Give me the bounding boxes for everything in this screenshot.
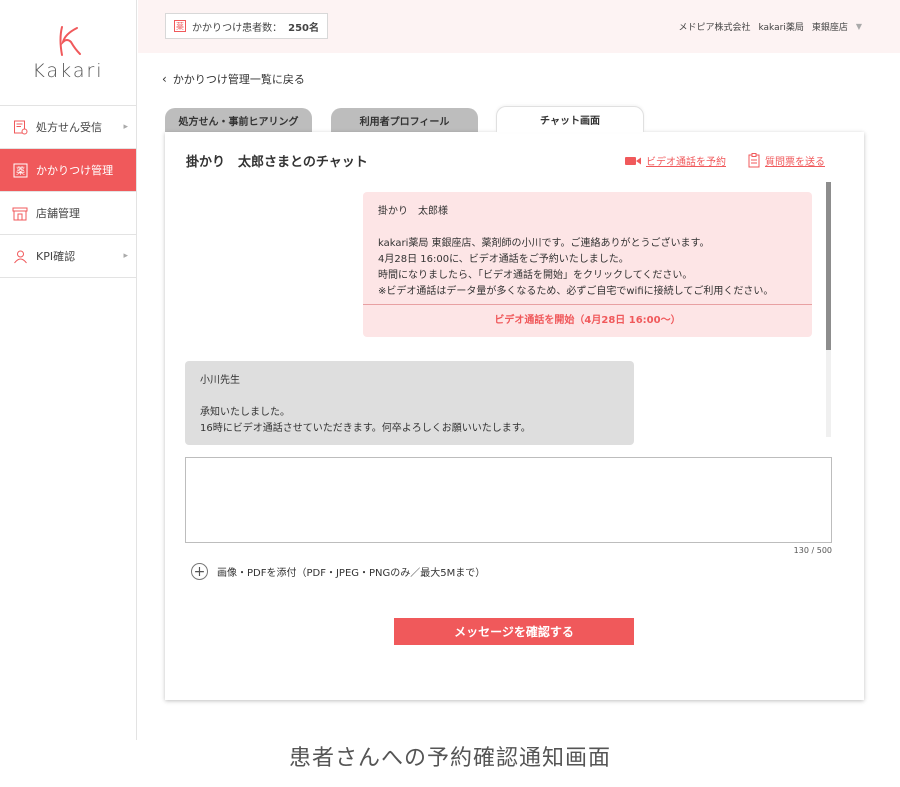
pharmacy-kanji-icon: 薬: [174, 20, 186, 32]
message-line: 時間になりましたら、「ビデオ通話を開始」をクリックしてください。: [378, 270, 693, 281]
chevron-right-icon: ▸: [123, 122, 128, 132]
tab-user-profile[interactable]: 利用者プロフィール: [331, 108, 478, 133]
store-icon: [12, 205, 28, 221]
kakari-logo-icon: [59, 25, 81, 56]
chevron-left-icon: ‹: [162, 72, 167, 86]
confirm-message-button[interactable]: メッセージを確認する: [394, 618, 634, 645]
pharmacist-message: 掛かり 太郎様 kakari薬局 東銀座店、薬剤師の小川です。ご連絡ありがとうご…: [363, 192, 812, 337]
header: 薬 かかりつけ患者数： 250名 メドピア株式会社 kakari薬局 東銀座店 …: [138, 0, 900, 53]
back-link[interactable]: ‹ かかりつけ管理一覧に戻る: [162, 71, 305, 87]
plus-circle-icon: +: [191, 563, 208, 580]
user-message: 小川先生 承知いたしました。 16時にビデオ通話させていただきます。何卒よろしく…: [185, 361, 634, 445]
tab-prescription-hearing[interactable]: 処方せん・事前ヒアリング: [165, 108, 312, 133]
logo-text: Kakari: [32, 59, 104, 82]
chat-panel: 掛かり 太郎さまとのチャット ビデオ通話を予約 質問票を送る 掛かり 太郎様 k…: [165, 132, 864, 700]
sidebar-item-label: 店舗管理: [36, 207, 80, 220]
pharmacy-name: kakari薬局: [758, 23, 804, 33]
message-line-blank: [378, 220, 797, 236]
patient-count-label: かかりつけ患者数：: [192, 22, 283, 34]
sidebar-item-kakaritsuke[interactable]: 薬 かかりつけ管理: [0, 149, 136, 192]
company-name: メドピア株式会社: [678, 23, 751, 33]
clipboard-icon: [748, 153, 760, 168]
chat-scrollbar-thumb[interactable]: [826, 182, 831, 350]
sidebar: Kakari 処方せん受信 ▸ 薬 かかりつけ管理 店舗管理 KPI確認 ▸: [0, 0, 137, 740]
tab-chat[interactable]: チャット画面: [496, 106, 644, 132]
chat-title: 掛かり 太郎さまとのチャット: [186, 155, 368, 170]
message-line: ※ビデオ通話はデータ量が多くなるため、必ずご自宅でwifiに接続してご利用くださ…: [378, 286, 774, 297]
message-line-blank: [200, 389, 619, 405]
person-icon: [12, 248, 28, 264]
questionnaire-link[interactable]: 質問票を送る: [748, 153, 825, 168]
message-line: 承知いたしました。: [200, 407, 290, 418]
message-line: 掛かり 太郎様: [378, 206, 448, 217]
logo[interactable]: Kakari: [0, 0, 136, 106]
questionnaire-label: 質問票を送る: [765, 157, 825, 168]
video-camera-icon: [625, 156, 641, 166]
pharmacy-kanji-icon: 薬: [12, 162, 28, 178]
sidebar-item-label: KPI確認: [36, 250, 76, 263]
patient-count-badge: 薬 かかりつけ患者数： 250名: [165, 13, 328, 39]
start-video-call-button[interactable]: ビデオ通話を開始（4月28日 16:00〜）: [363, 305, 812, 337]
page-caption: 患者さんへの予約確認通知画面: [288, 746, 611, 771]
attach-file-button[interactable]: + 画像・PDFを添付（PDF・JPEG・PNGのみ／最大5Mまで）: [191, 563, 485, 580]
svg-text:薬: 薬: [15, 165, 24, 177]
message-line: 小川先生: [200, 375, 240, 386]
sidebar-item-label: 処方せん受信: [36, 121, 102, 134]
message-line: 4月28日 16:00に、ビデオ通話をご予約いたしました。: [378, 254, 629, 265]
message-input[interactable]: [185, 457, 832, 543]
account-menu[interactable]: メドピア株式会社 kakari薬局 東銀座店 ▼: [678, 20, 862, 33]
char-counter: 130 / 500: [793, 546, 832, 555]
sidebar-item-store[interactable]: 店舗管理: [0, 192, 136, 235]
back-link-label: かかりつけ管理一覧に戻る: [172, 73, 305, 86]
sidebar-item-label: かかりつけ管理: [36, 164, 114, 177]
video-reserve-link[interactable]: ビデオ通話を予約: [625, 153, 726, 168]
store-name: 東銀座店: [811, 23, 848, 33]
prescription-icon: [12, 119, 28, 135]
chevron-right-icon: ▸: [123, 251, 128, 261]
sidebar-item-kpi[interactable]: KPI確認 ▸: [0, 235, 136, 278]
chat-scrollbar[interactable]: [826, 182, 831, 437]
video-reserve-label: ビデオ通話を予約: [646, 157, 726, 168]
message-line: kakari薬局 東銀座店、薬剤師の小川です。ご連絡ありがとうございます。: [378, 238, 710, 249]
sidebar-item-prescription[interactable]: 処方せん受信 ▸: [0, 106, 136, 149]
patient-count-value: 250名: [288, 22, 319, 34]
message-line: 16時にビデオ通話させていただきます。何卒よろしくお願いいたします。: [200, 423, 531, 434]
caret-down-icon[interactable]: ▼: [856, 22, 862, 31]
message-body: 掛かり 太郎様 kakari薬局 東銀座店、薬剤師の小川です。ご連絡ありがとうご…: [363, 192, 812, 305]
attach-label: 画像・PDFを添付（PDF・JPEG・PNGのみ／最大5Mまで）: [217, 568, 486, 579]
